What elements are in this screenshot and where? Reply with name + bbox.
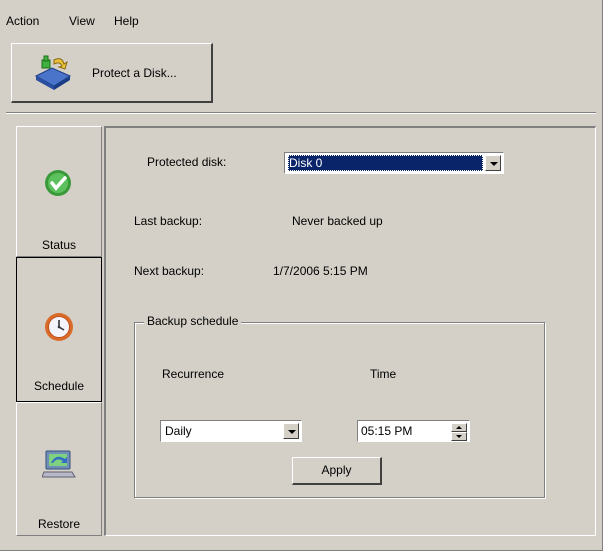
protected-disk-label: Protected disk: bbox=[147, 155, 227, 169]
recurrence-value: Daily bbox=[165, 424, 192, 438]
next-backup-label: Next backup: bbox=[134, 264, 205, 278]
green-check-icon bbox=[43, 168, 73, 201]
nav-pane: Status Schedule Restore bbox=[16, 126, 102, 536]
protect-disk-label: Protect a Disk... bbox=[92, 66, 177, 80]
time-value: 05:15 PM bbox=[361, 424, 413, 438]
protect-disk-button[interactable]: Protect a Disk... bbox=[11, 43, 213, 103]
nav-restore[interactable]: Restore bbox=[16, 402, 102, 536]
recurrence-label: Recurrence bbox=[162, 367, 225, 381]
time-spinner[interactable]: 05:15 PM bbox=[357, 420, 470, 442]
nav-status-label: Status bbox=[41, 238, 77, 252]
nav-schedule[interactable]: Schedule bbox=[16, 257, 102, 402]
spin-down-icon[interactable] bbox=[451, 432, 467, 441]
time-label: Time bbox=[370, 367, 397, 381]
spinner-buttons bbox=[451, 423, 467, 441]
dropdown-arrow-icon[interactable] bbox=[485, 155, 501, 171]
nav-status[interactable]: Status bbox=[16, 126, 102, 257]
spin-up-icon[interactable] bbox=[451, 423, 467, 432]
menu-view[interactable]: View bbox=[69, 14, 95, 28]
recurrence-select[interactable]: Daily bbox=[160, 420, 302, 442]
main-window: Action View Help Protect a Disk... Statu… bbox=[0, 0, 603, 551]
menu-action[interactable]: Action bbox=[6, 14, 39, 28]
schedule-panel: Protected disk: Disk 0 Last backup: Neve… bbox=[104, 126, 596, 536]
backup-schedule-title: Backup schedule bbox=[144, 314, 242, 328]
clock-icon bbox=[43, 311, 75, 346]
last-backup-value: Never backed up bbox=[292, 214, 383, 228]
menu-bar: Action View Help bbox=[0, 8, 602, 30]
last-backup-label: Last backup: bbox=[134, 214, 203, 228]
nav-restore-label: Restore bbox=[37, 517, 81, 531]
protect-disk-icon bbox=[32, 54, 74, 95]
menu-help[interactable]: Help bbox=[114, 14, 139, 28]
protected-disk-value: Disk 0 bbox=[288, 155, 483, 171]
dropdown-arrow-icon[interactable] bbox=[283, 423, 299, 439]
nav-schedule-label: Schedule bbox=[33, 379, 85, 393]
apply-button[interactable]: Apply bbox=[292, 457, 382, 485]
apply-label: Apply bbox=[321, 463, 352, 477]
protected-disk-select[interactable]: Disk 0 bbox=[284, 152, 504, 174]
next-backup-value: 1/7/2006 5:15 PM bbox=[273, 264, 368, 278]
toolbar-separator bbox=[6, 112, 596, 114]
restore-computer-icon bbox=[41, 448, 76, 483]
